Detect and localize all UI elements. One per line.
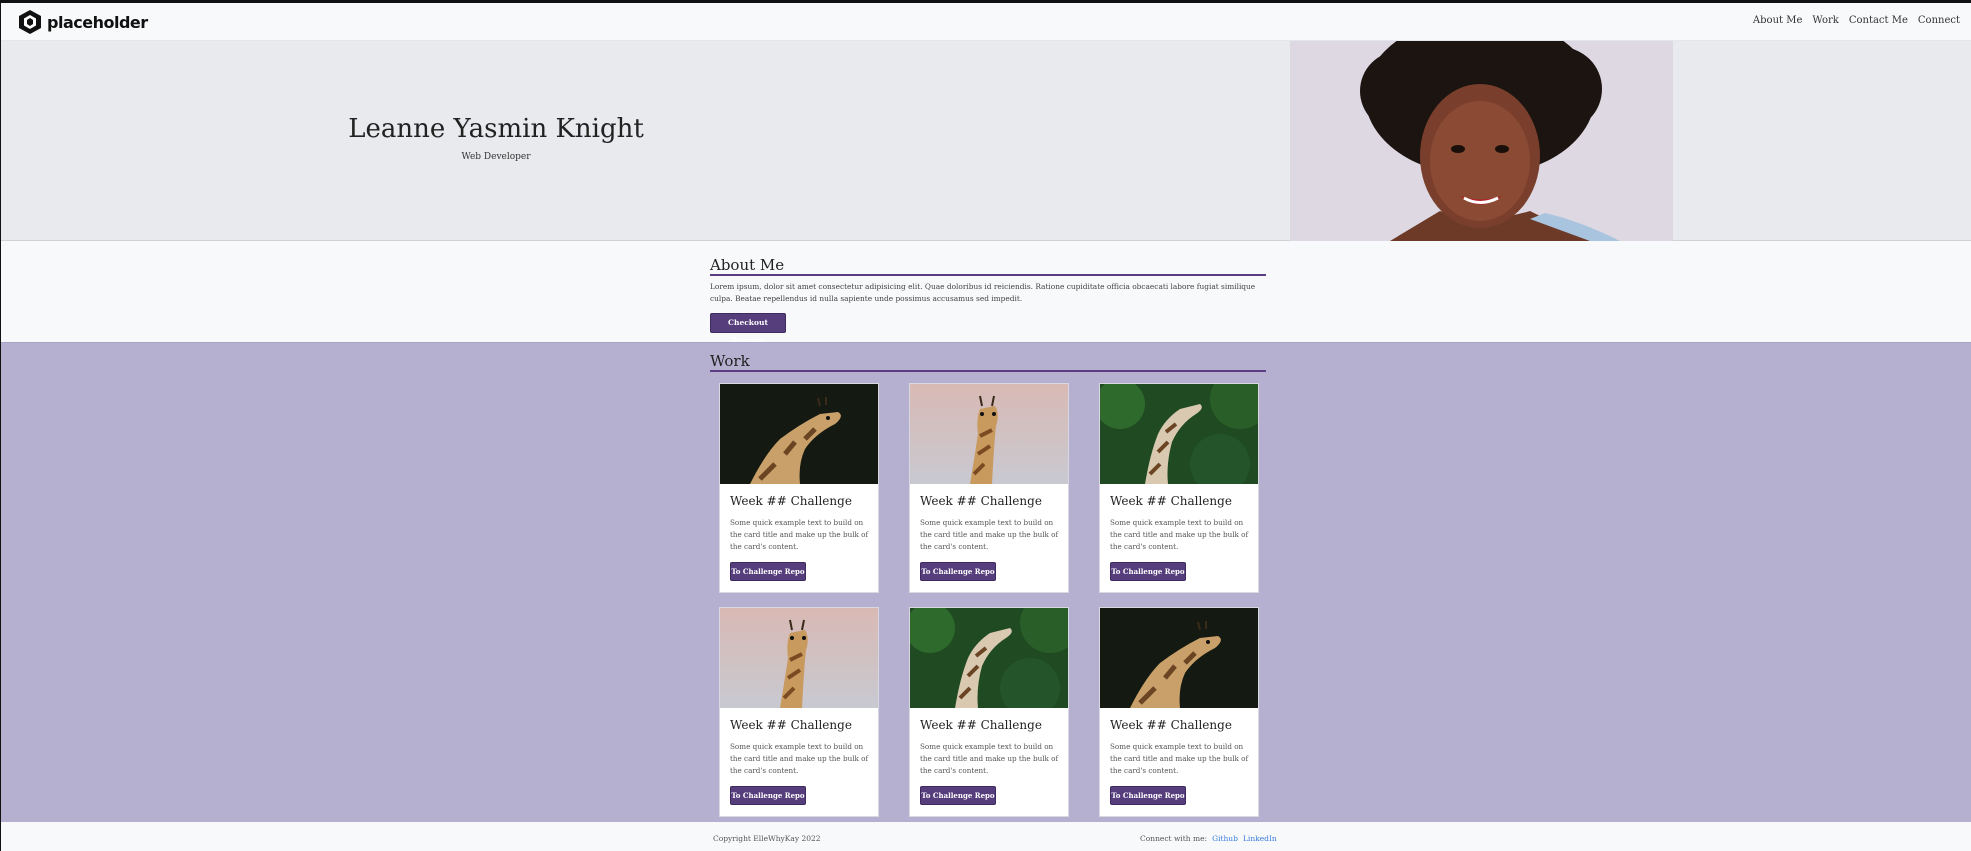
work-section: Work Week ## Challenge Some quick exampl… [1,342,1971,822]
hero-name: Leanne Yasmin Knight [348,114,644,144]
challenge-repo-button[interactable]: To Challenge Repo [730,562,806,581]
connect-links: Connect with me: Github LinkedIn [1140,834,1277,843]
brand-logo[interactable]: placeholder [17,9,148,35]
card-title: Week ## Challenge [730,718,852,732]
brand-name: placeholder [47,12,148,32]
project-card: Week ## Challenge Some quick example tex… [719,383,879,593]
work-title: Work [710,352,1266,372]
github-link[interactable]: Github [1212,834,1238,843]
challenge-repo-button[interactable]: To Challenge Repo [1110,786,1186,805]
checkout-resume-button[interactable]: Checkout Resume [710,313,786,345]
hero-section: Leanne Yasmin Knight Web Developer [1,41,1971,241]
copyright-text: Copyright ElleWhyKay 2022 [713,834,821,843]
about-text: Lorem ipsum, dolor sit amet consectetur … [710,282,1256,303]
giraffe-image [720,608,878,708]
giraffe-image [910,608,1068,708]
profile-photo [1290,41,1673,241]
footer: Copyright ElleWhyKay 2022 Connect with m… [1,822,1971,851]
giraffe-image [720,384,878,484]
card-text: Some quick example text to build on the … [920,742,1059,775]
project-card: Week ## Challenge Some quick example tex… [1099,607,1259,817]
challenge-repo-button[interactable]: To Challenge Repo [920,786,996,805]
card-title: Week ## Challenge [1110,718,1232,732]
card-text: Some quick example text to build on the … [730,742,869,775]
card-title: Week ## Challenge [920,494,1042,508]
navbar: placeholder About Me Work Contact Me Con… [1,3,1971,41]
about-section: About Me Lorem ipsum, dolor sit amet con… [1,241,1971,345]
giraffe-image [1100,608,1258,708]
hero-role: Web Developer [461,152,531,162]
card-title: Week ## Challenge [730,494,852,508]
nav-link-work[interactable]: Work [1812,15,1838,26]
giraffe-image [910,384,1068,484]
nav-link-contact-me[interactable]: Contact Me [1849,15,1908,26]
card-text: Some quick example text to build on the … [1110,518,1249,551]
nav-links: About Me Work Contact Me Connect [1753,15,1960,26]
card-text: Some quick example text to build on the … [920,518,1059,551]
project-card: Week ## Challenge Some quick example tex… [909,607,1069,817]
card-title: Week ## Challenge [1110,494,1232,508]
challenge-repo-button[interactable]: To Challenge Repo [730,786,806,805]
nav-link-connect[interactable]: Connect [1918,15,1960,26]
card-text: Some quick example text to build on the … [730,518,869,551]
connect-label: Connect with me: [1140,834,1208,843]
challenge-repo-button[interactable]: To Challenge Repo [1110,562,1186,581]
card-text: Some quick example text to build on the … [1110,742,1249,775]
about-title: About Me [710,256,1266,276]
challenge-repo-button[interactable]: To Challenge Repo [920,562,996,581]
nav-link-about-me[interactable]: About Me [1753,15,1802,26]
linkedin-link[interactable]: LinkedIn [1243,834,1277,843]
hexagon-logo-icon [19,10,41,34]
card-title: Week ## Challenge [920,718,1042,732]
giraffe-image [1100,384,1258,484]
project-card: Week ## Challenge Some quick example tex… [909,383,1069,593]
project-card: Week ## Challenge Some quick example tex… [719,607,879,817]
project-card: Week ## Challenge Some quick example tex… [1099,383,1259,593]
